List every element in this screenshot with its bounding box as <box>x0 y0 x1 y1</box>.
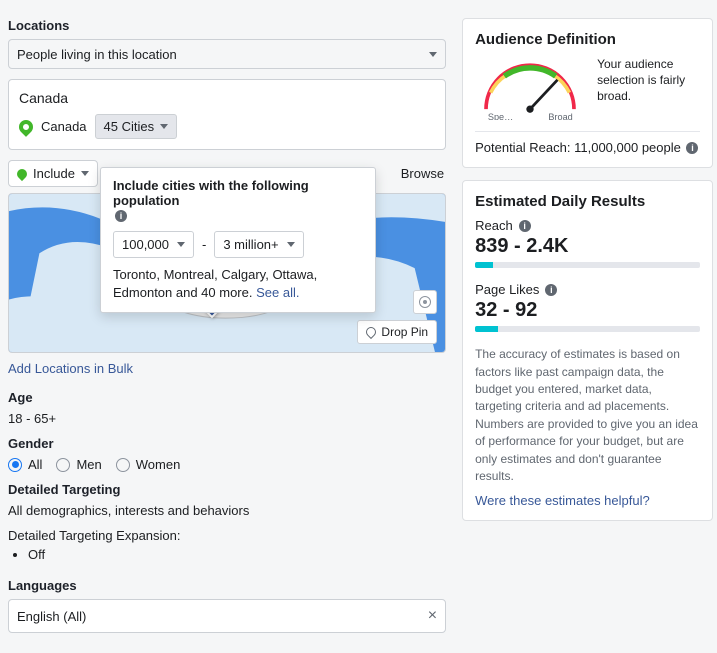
locations-label: Locations <box>8 18 446 33</box>
estimated-title: Estimated Daily Results <box>475 193 700 210</box>
country-chip: Canada <box>41 119 87 134</box>
chevron-down-icon <box>160 124 168 129</box>
clear-icon[interactable]: × <box>428 607 437 625</box>
bulk-locations-link[interactable]: Add Locations in Bulk <box>8 361 133 376</box>
people-living-value: People living in this location <box>17 47 177 62</box>
location-box: Canada Canada 45 Cities <box>8 79 446 150</box>
audience-title: Audience Definition <box>475 31 700 48</box>
pop-max-value: 3 million+ <box>223 237 278 252</box>
languages-input[interactable]: English (All) × <box>8 599 446 633</box>
feedback-link[interactable]: Were these estimates helpful? <box>475 493 650 508</box>
range-dash: - <box>202 237 206 252</box>
reach-value: 839 - 2.4K <box>475 235 700 258</box>
country-title: Canada <box>19 90 435 106</box>
radio-icon <box>56 458 70 472</box>
gender-men-label: Men <box>76 457 101 472</box>
gender-women-radio[interactable]: Women <box>116 457 181 472</box>
include-label: Include <box>33 166 75 181</box>
radio-icon <box>116 458 130 472</box>
pop-max-select[interactable]: 3 million+ <box>214 231 303 258</box>
browse-label[interactable]: Browse <box>399 161 446 186</box>
cities-chip-label: 45 Cities <box>104 119 155 134</box>
audience-gauge: Spe… Broad <box>475 56 585 123</box>
estimated-results-panel: Estimated Daily Results Reach i 839 - 2.… <box>462 180 713 521</box>
cities-chip[interactable]: 45 Cities <box>95 114 178 139</box>
info-icon[interactable]: i <box>115 210 127 222</box>
chevron-down-icon <box>429 52 437 57</box>
reach-label: Reach i <box>475 218 700 233</box>
info-icon[interactable]: i <box>519 220 531 232</box>
drop-pin-label: Drop Pin <box>381 325 428 339</box>
gender-all-radio[interactable]: All <box>8 457 42 472</box>
gender-women-label: Women <box>136 457 181 472</box>
info-icon[interactable]: i <box>686 142 698 154</box>
audience-desc: Your audience selection is fairly broad. <box>597 56 700 105</box>
gender-label: Gender <box>8 436 446 451</box>
audience-definition-panel: Audience Definition Spe… Broad Your audi… <box>462 18 713 168</box>
age-value: 18 - 65+ <box>8 411 446 426</box>
gender-all-label: All <box>28 457 42 472</box>
svg-text:Spe…: Spe… <box>488 112 513 120</box>
expansion-label: Detailed Targeting Expansion: <box>8 528 446 543</box>
drop-pin-button[interactable]: Drop Pin <box>357 320 437 344</box>
reach-bar <box>475 262 700 268</box>
chevron-down-icon <box>81 171 89 176</box>
chevron-down-icon <box>287 242 295 247</box>
targeting-value: All demographics, interests and behavior… <box>8 503 446 518</box>
include-button[interactable]: Include <box>8 160 98 187</box>
cities-popover: Include cities with the following popula… <box>100 167 376 313</box>
pop-min-select[interactable]: 100,000 <box>113 231 194 258</box>
languages-label: Languages <box>8 578 446 593</box>
radio-icon <box>8 458 22 472</box>
see-all-link[interactable]: See all. <box>256 285 299 300</box>
pop-min-value: 100,000 <box>122 237 169 252</box>
age-label: Age <box>8 390 446 405</box>
popover-desc: Toronto, Montreal, Calgary, Ottawa, Edmo… <box>113 266 363 302</box>
people-living-select[interactable]: People living in this location <box>8 39 446 69</box>
pin-icon <box>364 325 378 339</box>
locate-button[interactable] <box>413 290 437 314</box>
info-icon[interactable]: i <box>545 284 557 296</box>
languages-value: English (All) <box>17 609 86 624</box>
potential-reach: Potential Reach: 11,000,000 people i <box>475 131 700 155</box>
location-pin-icon <box>15 166 29 180</box>
likes-bar <box>475 326 700 332</box>
likes-value: 32 - 92 <box>475 299 700 322</box>
popover-title: Include cities with the following popula… <box>113 178 363 208</box>
disclaimer-text: The accuracy of estimates is based on fa… <box>475 346 700 485</box>
targeting-label: Detailed Targeting <box>8 482 446 497</box>
location-pin-icon <box>16 117 36 137</box>
gender-men-radio[interactable]: Men <box>56 457 101 472</box>
crosshair-icon <box>419 296 431 308</box>
gender-radio-group: All Men Women <box>8 457 446 472</box>
chevron-down-icon <box>177 242 185 247</box>
likes-label: Page Likes i <box>475 282 700 297</box>
expansion-value: Off <box>28 547 446 562</box>
svg-text:Broad: Broad <box>548 112 572 120</box>
